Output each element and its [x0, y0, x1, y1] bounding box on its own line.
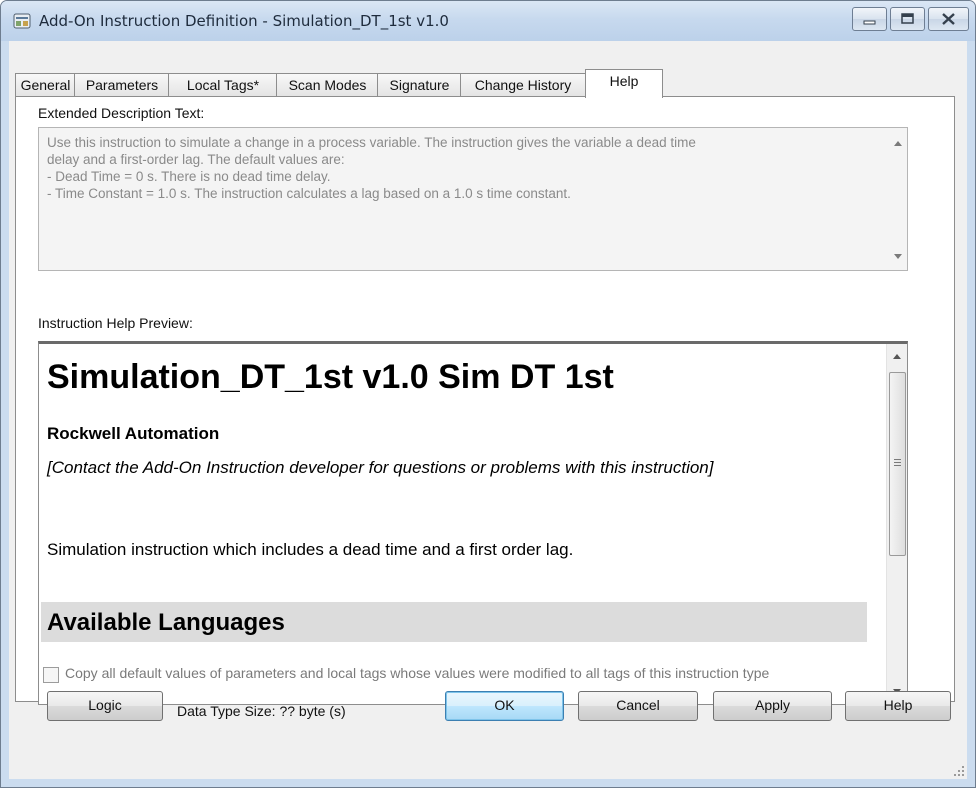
instruction-help-preview[interactable]: Simulation_DT_1st v1.0 Sim DT 1st Rockwe… [38, 341, 908, 705]
instruction-help-preview-label: Instruction Help Preview: [38, 315, 193, 331]
preview-contact-note: [Contact the Add-On Instruction develope… [47, 458, 714, 477]
data-type-size-text: Data Type Size: ?? byte (s) [177, 703, 346, 719]
tab-help[interactable]: Help [585, 69, 663, 98]
copy-defaults-checkbox[interactable] [43, 667, 59, 683]
tab-change-history[interactable]: Change History [460, 73, 586, 96]
tab-general[interactable]: General [15, 73, 76, 96]
ok-button[interactable]: OK [445, 691, 564, 721]
preview-section-title: Available Languages [47, 609, 285, 636]
grip-line [894, 465, 901, 466]
help-tab-panel: Extended Description Text: Use this inst… [15, 96, 955, 705]
minimize-button[interactable] [852, 7, 887, 31]
scroll-up-icon [893, 354, 901, 359]
preview-title: Simulation_DT_1st v1.0 Sim DT 1st [47, 358, 614, 396]
preview-description: Simulation instruction which includes a … [47, 540, 574, 559]
tab-signature[interactable]: Signature [377, 73, 462, 96]
grip-line [894, 459, 901, 460]
tab-local-tags[interactable]: Local Tags* [168, 73, 278, 96]
extended-description-textbox[interactable]: Use this instruction to simulate a chang… [38, 127, 908, 271]
resize-grip-icon[interactable] [953, 765, 965, 777]
tab-scan-modes[interactable]: Scan Modes [276, 73, 379, 96]
preview-section-header: Available Languages [41, 602, 867, 642]
close-icon [942, 13, 955, 25]
cancel-button[interactable]: Cancel [578, 691, 698, 721]
extended-description-text: Use this instruction to simulate a chang… [47, 135, 696, 201]
logic-button[interactable]: Logic [47, 691, 163, 721]
minimize-icon [863, 20, 876, 25]
dialog-client-area: General Parameters Local Tags* Scan Mode… [9, 41, 967, 779]
grip-line [894, 462, 901, 463]
add-on-instruction-icon [13, 13, 31, 29]
preview-vendor: Rockwell Automation [47, 424, 220, 443]
maximize-icon [901, 13, 914, 24]
copy-defaults-label: Copy all default values of parameters an… [65, 665, 770, 681]
preview-scroll-thumb[interactable] [889, 372, 906, 556]
close-button[interactable] [928, 7, 969, 31]
apply-button[interactable]: Apply [713, 691, 832, 721]
preview-content: Simulation_DT_1st v1.0 Sim DT 1st Rockwe… [39, 344, 885, 704]
window-title: Add-On Instruction Definition - Simulati… [39, 12, 449, 30]
extended-description-label: Extended Description Text: [38, 105, 205, 121]
title-bar[interactable]: Add-On Instruction Definition - Simulati… [1, 1, 975, 41]
preview-scrollbar[interactable] [886, 344, 907, 704]
extended-description-scrollbar[interactable] [889, 128, 907, 270]
scroll-arrows-icon [894, 141, 902, 259]
help-button[interactable]: Help [845, 691, 951, 721]
maximize-button[interactable] [890, 7, 925, 31]
tab-parameters[interactable]: Parameters [74, 73, 170, 96]
add-on-instruction-dialog: Add-On Instruction Definition - Simulati… [0, 0, 976, 788]
